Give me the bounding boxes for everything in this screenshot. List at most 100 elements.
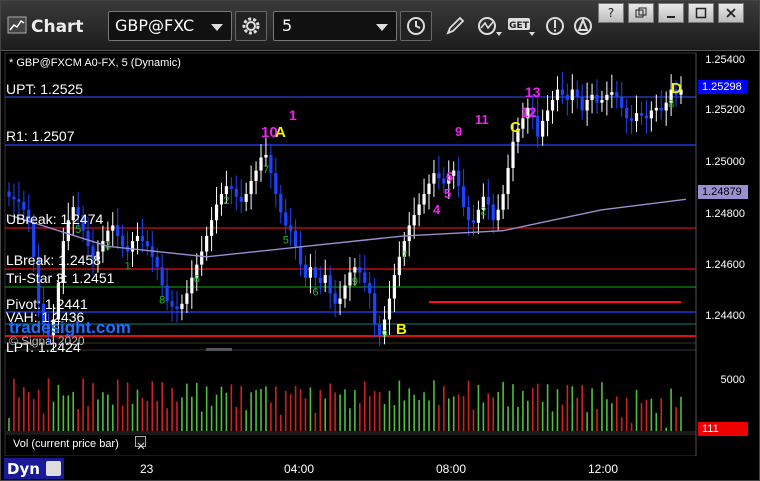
candle-body — [565, 94, 569, 101]
volume-panel-label: Vol (current price bar) — [13, 438, 119, 450]
volume-bar — [121, 405, 124, 431]
volume-bar — [452, 396, 455, 431]
volume-panel-collapse-button[interactable] — [135, 436, 146, 450]
candle-body — [605, 94, 609, 101]
candle-body — [254, 170, 258, 182]
volume-bar — [566, 384, 569, 431]
ubreak-label: UBreak: 1.2474 — [6, 211, 104, 227]
volume-bar — [675, 407, 677, 431]
volume-bar — [398, 380, 401, 431]
volume-bar — [383, 403, 386, 431]
volume-tick: 5000 — [720, 374, 745, 386]
time-tick: 23 — [140, 462, 154, 476]
volume-bar — [388, 390, 391, 431]
volume-bar — [215, 394, 218, 431]
sequential-mark: 7 — [401, 250, 407, 262]
volume-bar — [556, 389, 559, 431]
volume-bar — [186, 383, 188, 431]
ma-price-tag: 1.24879 — [698, 185, 748, 199]
candle-body — [308, 267, 313, 278]
volume-bar — [438, 404, 440, 431]
candle-body — [570, 89, 574, 101]
volume-bar — [339, 394, 341, 431]
volume-bar — [230, 384, 233, 431]
volume-bar — [645, 399, 648, 431]
volume-bar — [171, 387, 173, 431]
candle-body — [185, 293, 189, 304]
sequential-mark: 7 — [263, 164, 269, 176]
candle-body — [12, 196, 16, 200]
dynamic-scale-corner[interactable]: Dyn — [4, 458, 64, 479]
volume-bar — [294, 385, 297, 431]
volume-bar — [680, 396, 682, 431]
volume-bar — [309, 387, 312, 431]
price-chart[interactable]: 5 2 1 8 6 2 7 5 6 9 9 7 2 8 — [1, 1, 760, 481]
candle-body — [442, 178, 446, 184]
volume-bar — [47, 378, 50, 431]
volume-bar — [87, 406, 89, 431]
volume-bar — [413, 394, 415, 431]
volume-bar — [373, 391, 376, 431]
volume-bar — [457, 394, 460, 431]
price-tick: 1.25400 — [705, 54, 745, 66]
sequential-mark: 9 — [382, 328, 388, 340]
seq-label-4: 4 — [433, 202, 441, 217]
volume-bar — [581, 385, 583, 431]
candle-body — [486, 196, 490, 205]
sequential-mark: 8 — [668, 99, 674, 111]
volume-bar — [462, 396, 465, 431]
volume-bar — [289, 394, 292, 431]
candle-body — [323, 275, 327, 283]
volume-bar — [102, 392, 104, 431]
sequential-mark: 8 — [159, 295, 165, 307]
candle-body — [111, 225, 115, 231]
volume-bar — [166, 408, 168, 431]
volume-bar — [670, 388, 672, 431]
volume-bar — [245, 410, 247, 431]
volume-bar — [97, 399, 99, 431]
volume-bar — [240, 386, 243, 431]
candle-body — [279, 194, 283, 213]
candle-body — [338, 298, 342, 304]
volume-bar — [52, 401, 55, 431]
volume-bar — [368, 396, 371, 431]
candle-body — [160, 267, 164, 286]
candle-body — [22, 201, 26, 210]
candle-body — [244, 194, 248, 202]
volume-bar — [210, 405, 213, 431]
volume-bar — [497, 391, 499, 431]
volume-bar — [477, 384, 480, 431]
candle-body — [654, 107, 658, 111]
volume-bar — [359, 403, 361, 431]
sequential-mark: 6 — [312, 287, 318, 299]
candle-body — [170, 301, 174, 307]
candle-body — [165, 285, 169, 302]
volume-bar — [378, 391, 381, 431]
volume-bar — [275, 386, 277, 431]
candle-body — [625, 107, 629, 119]
volume-bar — [260, 389, 262, 431]
sequential-mark: 2 — [223, 195, 229, 207]
volume-bar — [107, 394, 109, 431]
candle-body — [659, 107, 663, 111]
candle-body — [496, 209, 500, 221]
volume-bar — [151, 381, 154, 431]
watermark-copyright: © Signal 2020 — [9, 334, 85, 348]
candle-body — [392, 275, 397, 299]
volume-bar — [324, 398, 327, 431]
volume-bar — [344, 389, 346, 431]
chart-window: Chart GBP@FXC 5 GET ? 5 2 1 8 6 2 7 5 6 … — [0, 0, 760, 481]
point-a-label: A — [275, 124, 286, 141]
candle-body — [501, 194, 505, 210]
volume-bar — [472, 409, 475, 431]
candle-body — [575, 89, 579, 98]
candle-body — [298, 246, 303, 265]
volume-bar — [284, 390, 287, 431]
volume-bar — [37, 389, 40, 431]
sequential-mark: 2 — [105, 240, 111, 252]
candle-body — [644, 115, 649, 119]
candle-body — [86, 230, 90, 247]
candle-body — [461, 186, 466, 208]
volume-bar — [111, 404, 114, 431]
volume-bar — [32, 399, 35, 431]
